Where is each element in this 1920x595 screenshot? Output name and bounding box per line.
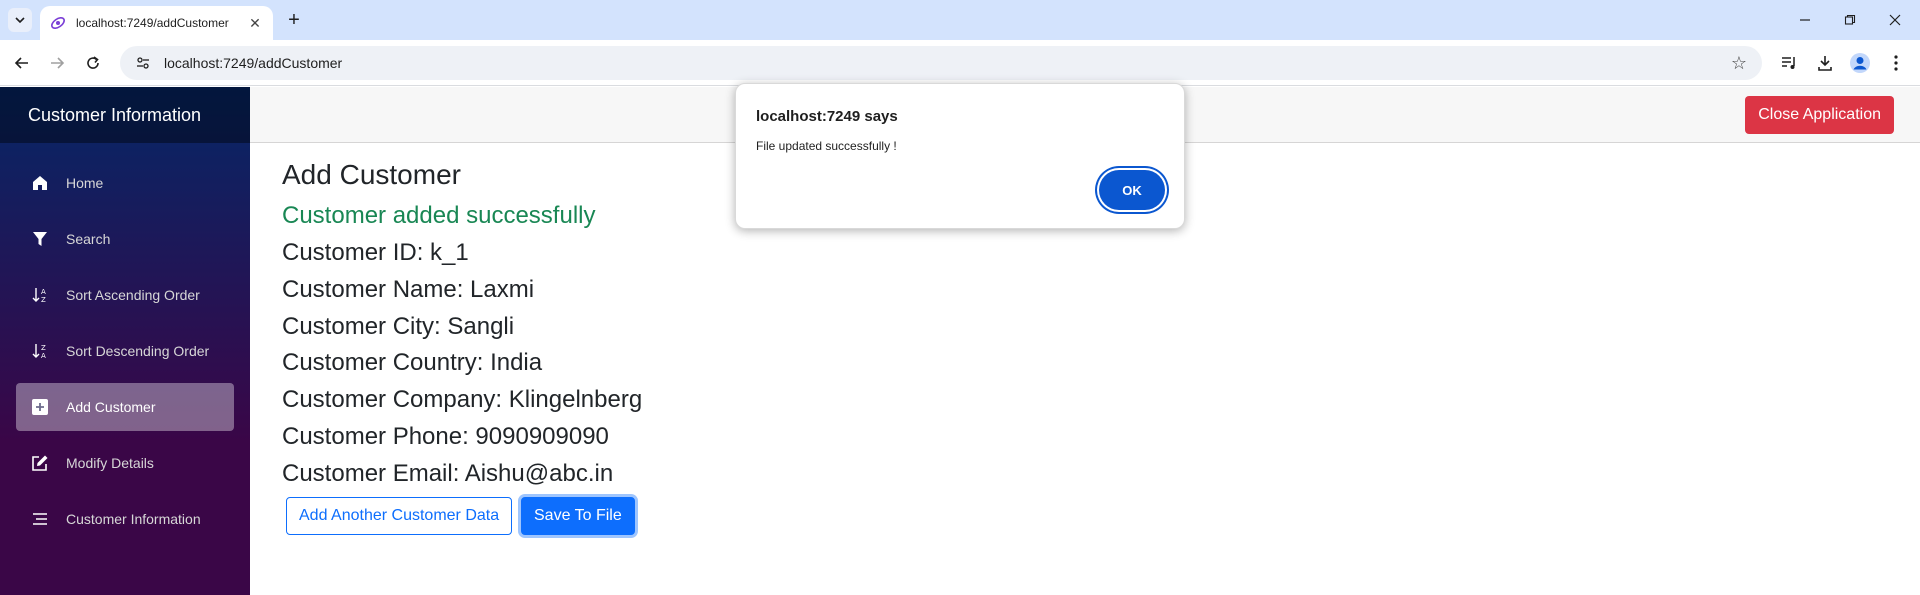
- sidebar: Customer Information Home Search AZ Sort…: [0, 87, 250, 595]
- sidebar-item-customer-information[interactable]: Customer Information: [16, 495, 234, 543]
- address-bar[interactable]: localhost:7249/addCustomer ☆: [120, 46, 1762, 80]
- customer-email-text: Customer Email: Aishu@abc.in: [282, 460, 614, 487]
- menu-kebab-icon[interactable]: [1884, 51, 1908, 75]
- back-icon[interactable]: [8, 49, 36, 77]
- customer-name-text: Customer Name: Laxmi: [282, 276, 535, 303]
- chevron-down-icon: [15, 17, 25, 24]
- customer-id-text: Customer ID: k_1: [282, 239, 469, 266]
- customer-phone-text: Customer Phone: 9090909090: [282, 423, 609, 450]
- svg-text:A: A: [41, 352, 46, 360]
- sidebar-item-sort-ascending[interactable]: AZ Sort Ascending Order: [16, 271, 234, 319]
- sidebar-item-label: Search: [66, 231, 111, 247]
- minimize-icon[interactable]: [1790, 8, 1820, 32]
- success-message: Customer added successfully: [282, 202, 596, 229]
- sidebar-item-modify-details[interactable]: Modify Details: [16, 439, 234, 487]
- customer-city-text: Customer City: Sangli: [282, 313, 515, 340]
- sidebar-item-label: Sort Ascending Order: [66, 287, 200, 303]
- browser-tabstrip: localhost:7249/addCustomer ✕ +: [0, 0, 1920, 40]
- sidebar-item-search[interactable]: Search: [16, 215, 234, 263]
- alert-dialog: localhost:7249 says File updated success…: [735, 83, 1185, 229]
- bookmark-star-icon[interactable]: ☆: [1730, 54, 1748, 72]
- sort-descending-icon: ZA: [30, 341, 50, 361]
- site-info-icon[interactable]: [134, 54, 152, 72]
- new-tab-button[interactable]: +: [282, 8, 306, 32]
- browser-tab[interactable]: localhost:7249/addCustomer ✕: [40, 6, 273, 40]
- plus-square-icon: [30, 397, 50, 417]
- page-title: Add Customer: [282, 159, 461, 190]
- sidebar-item-label: Customer Information: [66, 511, 201, 527]
- save-to-file-button[interactable]: Save To File: [521, 497, 635, 535]
- dialog-ok-button[interactable]: OK: [1099, 170, 1165, 210]
- profile-avatar-icon[interactable]: [1848, 51, 1872, 75]
- restore-icon[interactable]: [1835, 8, 1865, 32]
- media-control-icon[interactable]: [1777, 51, 1801, 75]
- list-icon: [30, 509, 50, 529]
- forward-icon[interactable]: [43, 49, 71, 77]
- browser-toolbar: localhost:7249/addCustomer ☆: [0, 40, 1920, 86]
- close-tab-icon[interactable]: ✕: [247, 15, 263, 32]
- svg-text:Z: Z: [41, 344, 46, 352]
- dialog-title: localhost:7249 says: [756, 108, 898, 125]
- favicon-icon: [51, 17, 65, 29]
- sidebar-item-label: Modify Details: [66, 455, 154, 471]
- home-icon: [30, 173, 50, 193]
- close-application-button[interactable]: Close Application: [1745, 96, 1894, 134]
- download-icon[interactable]: [1813, 51, 1837, 75]
- sidebar-item-home[interactable]: Home: [16, 159, 234, 207]
- add-another-customer-button[interactable]: Add Another Customer Data: [286, 497, 513, 535]
- sidebar-item-label: Home: [66, 175, 104, 191]
- sidebar-item-label: Sort Descending Order: [66, 343, 210, 359]
- tab-title: localhost:7249/addCustomer: [76, 16, 229, 30]
- dialog-message: File updated successfully !: [756, 139, 897, 153]
- filter-icon: [30, 229, 50, 249]
- sidebar-item-sort-descending[interactable]: ZA Sort Descending Order: [16, 327, 234, 375]
- edit-icon: [30, 453, 50, 473]
- close-window-icon[interactable]: [1880, 8, 1910, 32]
- url-text[interactable]: localhost:7249/addCustomer: [164, 55, 1730, 71]
- tab-search-button[interactable]: [8, 8, 32, 32]
- customer-company-text: Customer Company: Klingelnberg: [282, 386, 643, 413]
- svg-text:Z: Z: [41, 296, 46, 304]
- customer-country-text: Customer Country: India: [282, 349, 543, 376]
- svg-text:A: A: [41, 288, 46, 296]
- sidebar-item-label: Add Customer: [66, 399, 156, 415]
- reload-icon[interactable]: [79, 49, 107, 77]
- sort-ascending-icon: AZ: [30, 285, 50, 305]
- sidebar-item-add-customer[interactable]: Add Customer: [16, 383, 234, 431]
- brand-title[interactable]: Customer Information: [0, 87, 250, 143]
